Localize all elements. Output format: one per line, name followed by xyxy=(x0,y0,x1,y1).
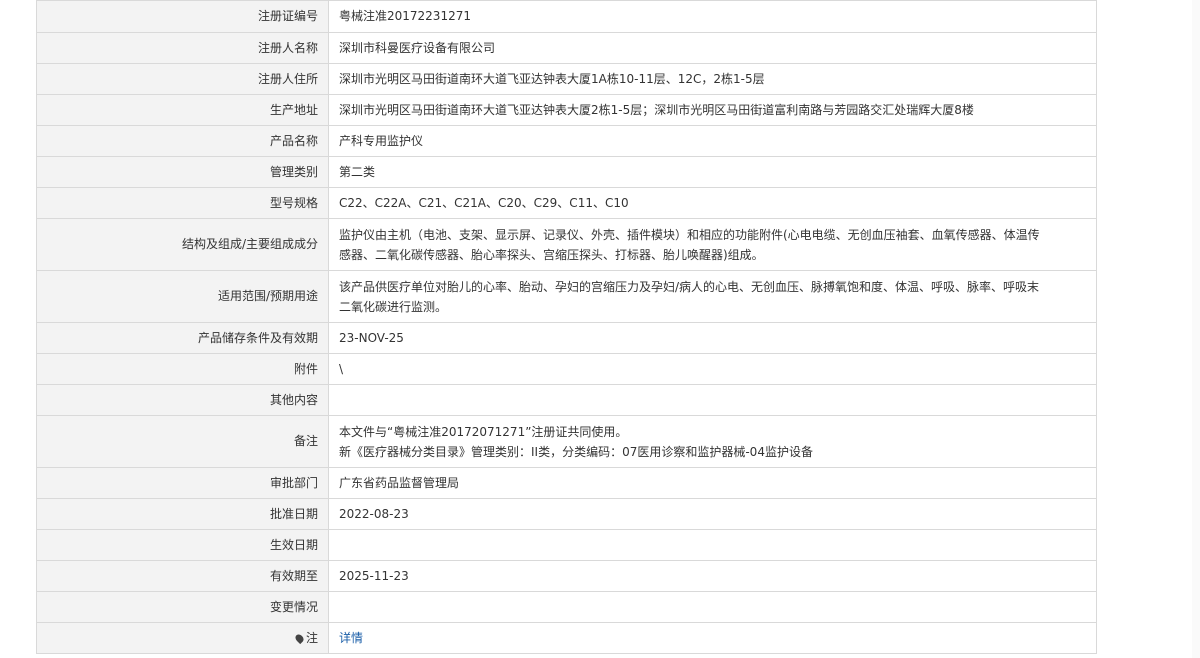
row-label: 管理类别 xyxy=(36,156,329,188)
note-label: 注 xyxy=(36,622,329,654)
row-value xyxy=(328,529,1097,561)
table-row: 适用范围/预期用途 该产品供医疗单位对胎儿的心率、胎动、孕妇的宫缩压力及孕妇/病… xyxy=(36,270,1097,323)
registration-detail-table: 注册证编号 粤械注准20172231271 注册人名称 深圳市科曼医疗设备有限公… xyxy=(36,0,1097,654)
row-value: 该产品供医疗单位对胎儿的心率、胎动、孕妇的宫缩压力及孕妇/病人的心电、无创血压、… xyxy=(328,270,1097,323)
table-row: 管理类别 第二类 xyxy=(36,156,1097,188)
row-label: 变更情况 xyxy=(36,591,329,623)
table-row: 注册人住所 深圳市光明区马田街道南环大道飞亚达钟表大厦1A栋10-11层、12C… xyxy=(36,63,1097,95)
row-value: 深圳市光明区马田街道南环大道飞亚达钟表大厦2栋1-5层；深圳市光明区马田街道富利… xyxy=(328,94,1097,126)
row-value xyxy=(328,384,1097,416)
row-value: 23-NOV-25 xyxy=(328,322,1097,354)
row-value xyxy=(328,591,1097,623)
details-link[interactable]: 详情 xyxy=(339,631,363,645)
row-label: 注册人名称 xyxy=(36,32,329,64)
row-value: 第二类 xyxy=(328,156,1097,188)
row-label: 结构及组成/主要组成成分 xyxy=(36,218,329,271)
row-value: 详情 xyxy=(328,622,1097,654)
row-value: 产科专用监护仪 xyxy=(328,125,1097,157)
table-row: 审批部门 广东省药品监督管理局 xyxy=(36,467,1097,499)
row-label: 产品储存条件及有效期 xyxy=(36,322,329,354)
value-line: 新《医疗器械分类目录》管理类别：II类，分类编码：07医用诊察和监护器械-04监… xyxy=(339,444,813,459)
row-label: 适用范围/预期用途 xyxy=(36,270,329,323)
row-value: 深圳市科曼医疗设备有限公司 xyxy=(328,32,1097,64)
value-line: 该产品供医疗单位对胎儿的心率、胎动、孕妇的宫缩压力及孕妇/病人的心电、无创血压、… xyxy=(339,279,1040,294)
value-line: 本文件与“粤械注准20172071271”注册证共同使用。 xyxy=(339,424,628,439)
value-line: 二氧化碳进行监测。 xyxy=(339,299,448,314)
table-row: 附件 \ xyxy=(36,353,1097,385)
note-pin-icon xyxy=(293,632,306,644)
row-label: 注册证编号 xyxy=(36,0,329,33)
row-label: 生效日期 xyxy=(36,529,329,561)
value-line: 监护仪由主机（电池、支架、显示屏、记录仪、外壳、插件模块）和相应的功能附件(心电… xyxy=(339,227,1040,242)
registration-detail-page: 注册证编号 粤械注准20172231271 注册人名称 深圳市科曼医疗设备有限公… xyxy=(0,0,1200,658)
row-value: 粤械注准20172231271 xyxy=(328,0,1097,33)
table-row: 批准日期 2022-08-23 xyxy=(36,498,1097,530)
page-scroll-edge xyxy=(1192,0,1200,658)
row-label: 批准日期 xyxy=(36,498,329,530)
row-label: 审批部门 xyxy=(36,467,329,499)
table-row: 生产地址 深圳市光明区马田街道南环大道飞亚达钟表大厦2栋1-5层；深圳市光明区马… xyxy=(36,94,1097,126)
table-row: 产品名称 产科专用监护仪 xyxy=(36,125,1097,157)
table-row: 其他内容 xyxy=(36,384,1097,416)
table-row: 有效期至 2025-11-23 xyxy=(36,560,1097,592)
row-label: 附件 xyxy=(36,353,329,385)
row-value: 广东省药品监督管理局 xyxy=(328,467,1097,499)
row-value: 监护仪由主机（电池、支架、显示屏、记录仪、外壳、插件模块）和相应的功能附件(心电… xyxy=(328,218,1097,271)
row-label: 其他内容 xyxy=(36,384,329,416)
table-row: 备注 本文件与“粤械注准20172071271”注册证共同使用。 新《医疗器械分… xyxy=(36,415,1097,468)
table-row: 型号规格 C22、C22A、C21、C21A、C20、C29、C11、C10 xyxy=(36,187,1097,219)
row-label: 有效期至 xyxy=(36,560,329,592)
table-row: 注册人名称 深圳市科曼医疗设备有限公司 xyxy=(36,32,1097,64)
row-label: 型号规格 xyxy=(36,187,329,219)
table-row: 结构及组成/主要组成成分 监护仪由主机（电池、支架、显示屏、记录仪、外壳、插件模… xyxy=(36,218,1097,271)
row-value: 2022-08-23 xyxy=(328,498,1097,530)
row-label: 注册人住所 xyxy=(36,63,329,95)
table-row: 生效日期 xyxy=(36,529,1097,561)
row-value: 深圳市光明区马田街道南环大道飞亚达钟表大厦1A栋10-11层、12C，2栋1-5… xyxy=(328,63,1097,95)
row-label: 生产地址 xyxy=(36,94,329,126)
table-row: 注册证编号 粤械注准20172231271 xyxy=(36,0,1097,33)
row-label: 注 xyxy=(305,630,318,645)
row-value: C22、C22A、C21、C21A、C20、C29、C11、C10 xyxy=(328,187,1097,219)
value-line: 感器、二氧化碳传感器、胎心率探头、宫缩压探头、打标器、胎儿唤醒器)组成。 xyxy=(339,247,764,262)
table-row: 变更情况 xyxy=(36,591,1097,623)
table-row: 产品储存条件及有效期 23-NOV-25 xyxy=(36,322,1097,354)
row-value: 2025-11-23 xyxy=(328,560,1097,592)
table-row: 注 详情 xyxy=(36,622,1097,654)
row-label: 备注 xyxy=(36,415,329,468)
row-label: 产品名称 xyxy=(36,125,329,157)
row-value: 本文件与“粤械注准20172071271”注册证共同使用。 新《医疗器械分类目录… xyxy=(328,415,1097,468)
row-value: \ xyxy=(328,353,1097,385)
